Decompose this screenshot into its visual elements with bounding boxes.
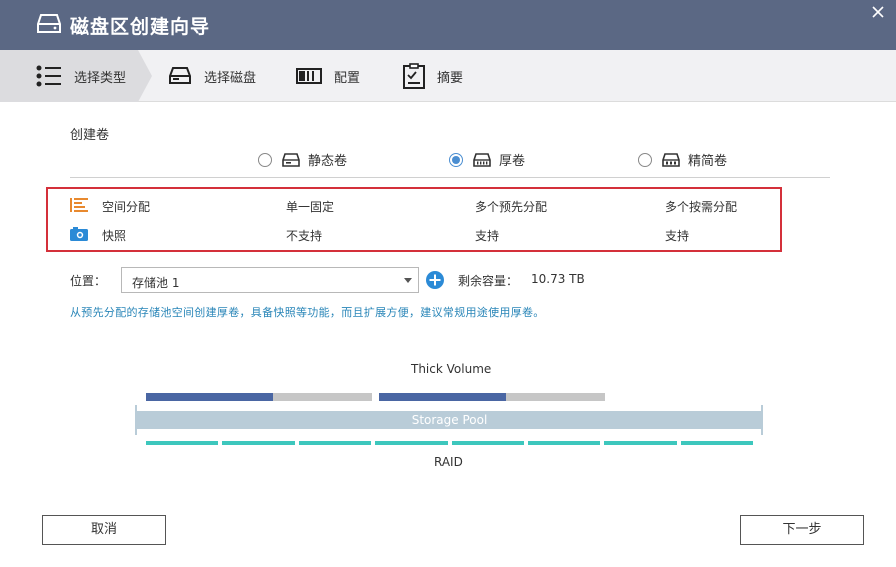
- free-capacity-value: 10.73 TB: [531, 272, 585, 286]
- option-label: 静态卷: [308, 154, 348, 169]
- cancel-button[interactable]: 取消: [42, 515, 166, 545]
- storage-pool-select[interactable]: 存储池 1: [121, 267, 419, 293]
- feature-name: 空间分配: [102, 200, 151, 214]
- disk-drive-icon: [37, 14, 61, 33]
- feature-static-value: 不支持: [286, 229, 323, 243]
- feature-thick-value: 多个预先分配: [475, 200, 548, 214]
- static-volume-icon: [282, 152, 300, 167]
- storage-pool-selected-value: 存储池 1: [132, 276, 180, 290]
- feature-thin-value: 多个按需分配: [665, 200, 738, 214]
- divider: [70, 177, 830, 178]
- raid-disk-segment: [451, 441, 524, 445]
- step-label: 选择类型: [74, 70, 127, 86]
- raid-disk-segment: [680, 441, 753, 445]
- snapshot-icon: [70, 227, 88, 241]
- radio-thin-volume[interactable]: 精简卷: [638, 150, 727, 169]
- volume-hint-text: 从预先分配的存储池空间创建厚卷，具备快照等功能，而且扩展方便，建议常规用途使用厚…: [70, 306, 545, 319]
- close-icon[interactable]: [870, 4, 888, 22]
- feature-static-value: 单一固定: [286, 200, 335, 214]
- feature-comparison-box: 空间分配 单一固定 多个预先分配 多个按需分配 快照 不支持 支持 支持: [46, 187, 782, 252]
- config-icon: [296, 68, 322, 84]
- raid-disk-segment: [375, 441, 448, 445]
- raid-disk-segment: [222, 441, 295, 445]
- volume-2-used-bar: [379, 393, 506, 401]
- add-pool-icon[interactable]: [425, 270, 445, 290]
- volume-2-free-bar: [506, 393, 605, 401]
- option-label: 精简卷: [688, 154, 728, 169]
- feature-name: 快照: [102, 229, 127, 243]
- thin-volume-icon: [662, 152, 680, 167]
- radio-static-volume[interactable]: 静态卷: [258, 150, 347, 169]
- radio-button[interactable]: [638, 152, 652, 167]
- raid-disk-segment: [604, 441, 677, 445]
- summary-icon: [403, 63, 425, 89]
- feature-thick-value: 支持: [475, 229, 500, 243]
- thick-volume-icon: [473, 152, 491, 167]
- storage-pool-bar: Storage Pool: [136, 411, 763, 429]
- feature-row-snapshot: 快照 不支持 支持 支持: [48, 224, 784, 244]
- chevron-down-icon: [404, 278, 412, 283]
- location-label: 位置：: [70, 274, 107, 288]
- radio-thick-volume[interactable]: 厚卷: [449, 150, 525, 169]
- step-label: 摘要: [437, 70, 464, 86]
- wizard-steps: 选择类型 选择磁盘 配置 摘要: [0, 50, 896, 102]
- volume-creation-wizard: 磁盘区创建向导 选择类型 选择磁盘 配置 摘要 创建卷 静态卷 厚卷 精简卷 空…: [0, 0, 896, 567]
- list-icon: [36, 65, 61, 87]
- step-label: 选择磁盘: [204, 70, 257, 86]
- feature-row-allocation: 空间分配 单一固定 多个预先分配 多个按需分配: [48, 195, 784, 215]
- volume-1-free-bar: [273, 393, 372, 401]
- step-select-disk[interactable]: 选择磁盘: [168, 50, 256, 102]
- free-capacity-label: 剩余容量：: [458, 274, 519, 288]
- raid-disk-segment: [298, 441, 372, 445]
- create-volume-label: 创建卷: [70, 128, 110, 143]
- next-button[interactable]: 下一步: [740, 515, 864, 545]
- step-label: 配置: [334, 70, 361, 86]
- volume-1-used-bar: [146, 393, 273, 401]
- radio-button-selected[interactable]: [449, 152, 463, 167]
- window-title: 磁盘区创建向导: [70, 16, 211, 38]
- raid-label: RAID: [434, 455, 463, 469]
- step-config[interactable]: 配置: [296, 50, 360, 102]
- disk-icon: [169, 67, 191, 84]
- step-summary[interactable]: 摘要: [403, 50, 463, 102]
- feature-thin-value: 支持: [665, 229, 690, 243]
- allocation-icon: [70, 198, 88, 212]
- raid-disk-segment: [527, 441, 601, 445]
- option-label: 厚卷: [499, 154, 526, 169]
- diagram-title: Thick Volume: [411, 362, 492, 376]
- raid-disk-segment: [146, 441, 219, 445]
- title-bar: 磁盘区创建向导: [0, 0, 896, 50]
- step-select-type[interactable]: 选择类型: [36, 50, 126, 102]
- radio-button[interactable]: [258, 152, 272, 167]
